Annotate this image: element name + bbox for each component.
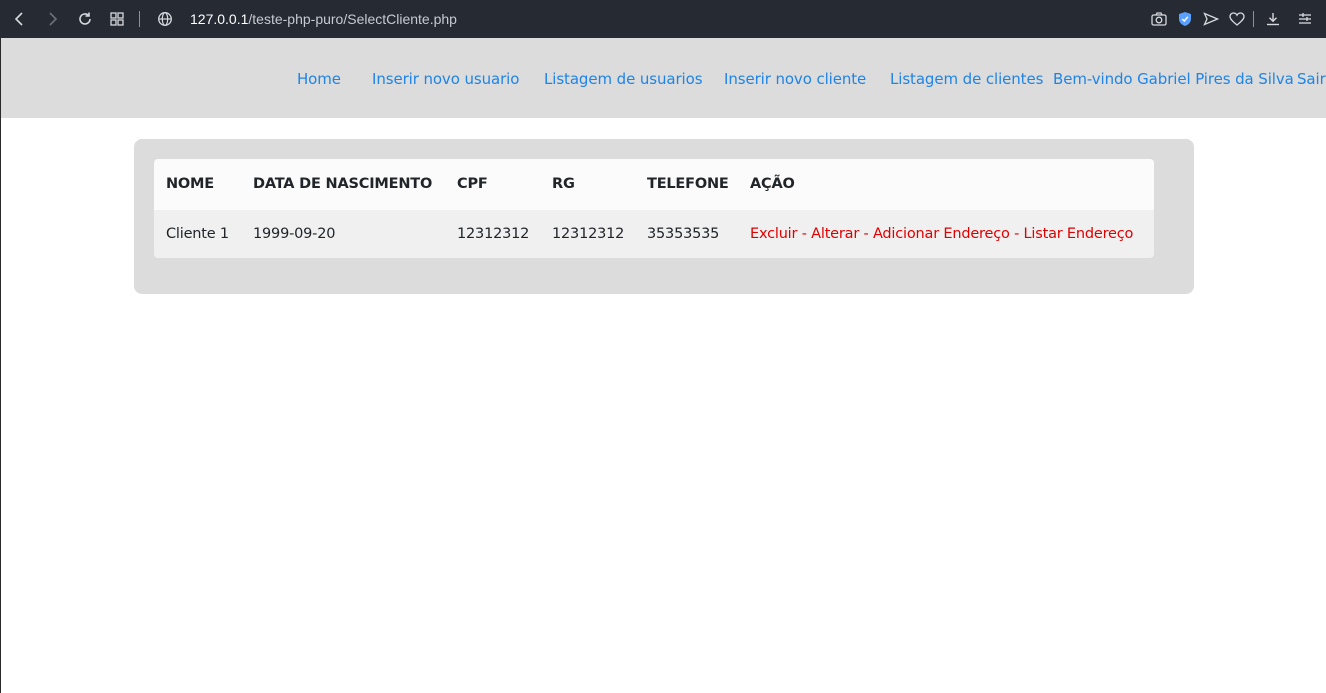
column-header-cpf: CPF — [457, 176, 488, 192]
globe-icon — [155, 9, 175, 29]
menu-icon[interactable] — [1295, 9, 1315, 29]
cell-data-nascimento: 1999-09-20 — [253, 226, 336, 242]
column-header-acao: AÇÃO — [750, 176, 795, 192]
page-body — [0, 38, 1326, 693]
nav-home-link[interactable]: Home — [297, 70, 341, 88]
nav-list-users-link[interactable]: Listagem de usuarios — [544, 70, 703, 88]
toolbar-divider — [1253, 11, 1254, 27]
navbar: Home Inserir novo usuario Listagem de us… — [0, 38, 1326, 118]
browser-toolbar: 127.0.0.1/teste-php-puro/SelectCliente.p… — [0, 0, 1326, 38]
nav-insert-user-link[interactable]: Inserir novo usuario — [372, 70, 519, 88]
action-separator: - — [797, 226, 812, 242]
download-icon[interactable] — [1263, 9, 1283, 29]
adicionar-endereco-link[interactable]: Adicionar Endereço — [873, 226, 1010, 242]
clients-table: NOME DATA DE NASCIMENTO CPF RG TELEFONE … — [154, 159, 1154, 258]
column-header-nome: NOME — [166, 176, 214, 192]
camera-icon[interactable] — [1149, 9, 1169, 29]
action-separator: - — [859, 226, 873, 242]
nav-logout-link[interactable]: Sair — [1297, 70, 1326, 88]
cell-nome: Cliente 1 — [166, 226, 229, 242]
url-path: /teste-php-puro/SelectCliente.php — [248, 11, 457, 27]
cell-actions: Excluir - Alterar - Adicionar Endereço -… — [750, 226, 1133, 242]
column-header-data-nascimento: DATA DE NASCIMENTO — [253, 176, 433, 192]
url-host: 127.0.0.1 — [190, 11, 249, 27]
forward-icon[interactable] — [42, 9, 62, 29]
address-bar[interactable]: 127.0.0.1/teste-php-puro/SelectCliente.p… — [190, 11, 457, 27]
send-icon[interactable] — [1201, 9, 1221, 29]
heart-icon[interactable] — [1227, 9, 1247, 29]
shield-icon[interactable] — [1175, 9, 1195, 29]
cell-rg: 12312312 — [552, 226, 625, 242]
tabs-grid-icon[interactable] — [107, 9, 127, 29]
column-header-telefone: TELEFONE — [647, 176, 729, 192]
listar-endereco-link[interactable]: Listar Endereço — [1024, 226, 1134, 242]
back-icon[interactable] — [10, 9, 30, 29]
column-header-rg: RG — [552, 176, 575, 192]
nav-welcome-user[interactable]: Bem-vindo Gabriel Pires da Silva — [1053, 70, 1294, 88]
nav-list-clients-link[interactable]: Listagem de clientes — [890, 70, 1043, 88]
cell-telefone: 35353535 — [647, 226, 720, 242]
action-separator: - — [1009, 226, 1024, 242]
reload-icon[interactable] — [75, 9, 95, 29]
clients-card: NOME DATA DE NASCIMENTO CPF RG TELEFONE … — [134, 139, 1194, 294]
cell-cpf: 12312312 — [457, 226, 530, 242]
toolbar-divider — [139, 11, 140, 27]
nav-insert-client-link[interactable]: Inserir novo cliente — [724, 70, 866, 88]
excluir-link[interactable]: Excluir — [750, 226, 797, 242]
table-row: Cliente 1 1999-09-20 12312312 12312312 3… — [154, 210, 1154, 258]
table-header-row: NOME DATA DE NASCIMENTO CPF RG TELEFONE … — [154, 159, 1154, 210]
alterar-link[interactable]: Alterar — [811, 226, 859, 242]
